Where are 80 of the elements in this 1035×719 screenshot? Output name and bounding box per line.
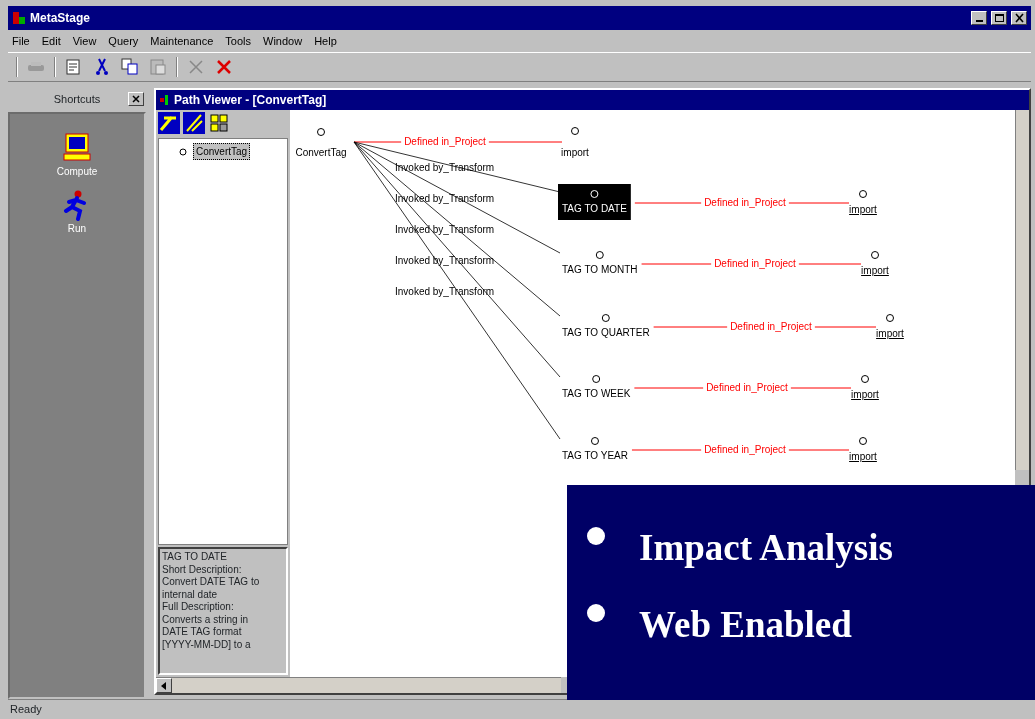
minimize-icon: [975, 20, 983, 22]
node-link[interactable]: import: [849, 451, 877, 462]
node-link[interactable]: import: [849, 204, 877, 215]
menu-item[interactable]: Window: [263, 32, 303, 50]
relation-label: Defined in_Project: [704, 444, 786, 455]
close-icon: [1013, 13, 1025, 23]
node-label: TAG TO QUARTER: [562, 327, 650, 338]
computer-icon[interactable]: [60, 132, 94, 164]
description-line: Short Description:: [162, 563, 243, 576]
relation-label: Defined in_Project: [704, 197, 786, 208]
menu-item[interactable]: Query: [108, 32, 139, 50]
node-link[interactable]: import: [876, 328, 904, 339]
vertical-scrollbar[interactable]: [1015, 110, 1029, 470]
description-line: [YYYY-MM-DD] to a: [162, 638, 252, 651]
shortcut-label[interactable]: Run: [67, 221, 87, 236]
copy-icon[interactable]: [120, 57, 140, 77]
description-line: Full Description:: [162, 601, 235, 614]
relation-label: Invoked by_Transform: [395, 286, 495, 297]
node-icon: [859, 437, 867, 445]
node-label: ConvertTag: [295, 147, 347, 158]
node-label: TAG TO WEEK: [562, 388, 631, 399]
shortcut-label[interactable]: Compute: [56, 164, 98, 179]
menu-item[interactable]: Maintenance: [150, 32, 214, 50]
bullet-text: Web Enabled: [639, 606, 852, 643]
relation-label: Invoked by_Transform: [395, 255, 495, 266]
window-title: Path Viewer - [ConvertTag]: [174, 92, 327, 109]
scroll-left-button[interactable]: [156, 678, 172, 693]
node-icon: [595, 251, 604, 259]
menu-item[interactable]: Help: [314, 32, 337, 50]
chart-icon[interactable]: [158, 112, 180, 134]
node-icon: [591, 437, 599, 445]
minimize-button[interactable]: [971, 11, 987, 25]
description-line: Converts a string in: [162, 613, 250, 626]
relation-label: Defined in_Project: [706, 382, 788, 393]
menu-item[interactable]: View: [72, 32, 97, 50]
relation-label: Invoked by_Transform: [395, 224, 495, 235]
node-icon: [859, 190, 867, 198]
window-title: MetaStage: [30, 10, 92, 27]
tree-item[interactable]: ConvertTag: [193, 143, 251, 160]
panel-title: Shortcuts: [53, 91, 101, 107]
description-line: DATE TAG format: [162, 626, 243, 639]
relation-label: Defined in_Project: [404, 136, 486, 147]
node-link[interactable]: import: [851, 389, 879, 400]
node-icon: [571, 127, 579, 135]
node-icon: [601, 314, 610, 322]
menu-item[interactable]: File: [12, 32, 30, 50]
app-icon: [160, 94, 170, 106]
close-button[interactable]: [1011, 11, 1027, 25]
grid-icon[interactable]: [208, 112, 230, 134]
close-button[interactable]: [128, 92, 144, 106]
bullet-icon: [587, 527, 605, 545]
relation-label: Defined in_Project: [730, 321, 812, 332]
node-icon: [592, 375, 601, 383]
node-label: import: [561, 147, 589, 158]
bullet-text: Impact Analysis: [639, 529, 893, 566]
node-icon: [179, 147, 187, 156]
caret-left-icon: [161, 681, 167, 690]
description-line: internal date: [162, 588, 219, 601]
node-icon: [590, 190, 599, 198]
node-label: TAG TO DATE: [562, 203, 627, 214]
app-icon: [12, 11, 26, 25]
description-line: TAG TO DATE: [162, 551, 228, 564]
status-text: Ready: [10, 702, 42, 718]
horizontal-scrollbar[interactable]: [156, 677, 561, 693]
node-icon: [886, 314, 894, 322]
node-label: TAG TO YEAR: [562, 450, 628, 461]
maximize-button[interactable]: [991, 11, 1007, 25]
node-label: TAG TO MONTH: [562, 264, 638, 275]
menu-item[interactable]: Tools: [225, 32, 251, 50]
bullet-icon: [587, 604, 605, 622]
node-icon: [871, 251, 879, 259]
close-icon: [131, 94, 141, 104]
menu-item[interactable]: Edit: [41, 32, 61, 50]
maximize-icon: [993, 13, 1005, 23]
node-link[interactable]: import: [861, 265, 889, 276]
chart-icon[interactable]: [183, 112, 205, 134]
node-icon: [861, 375, 869, 383]
description-line: Convert DATE TAG to: [162, 576, 261, 589]
relation-label: Defined in_Project: [714, 258, 796, 269]
node-icon: [317, 128, 325, 136]
